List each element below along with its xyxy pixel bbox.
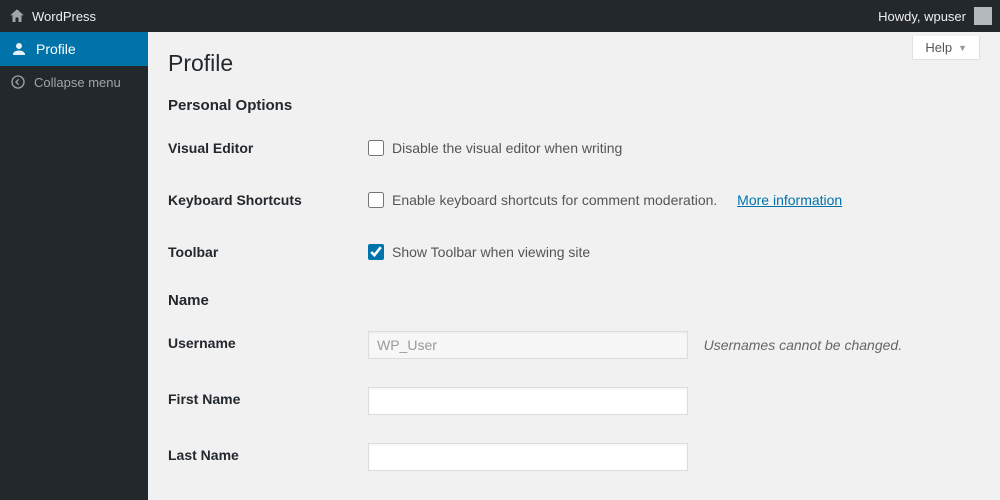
- toolbar-label: Toolbar: [168, 226, 368, 278]
- page-title: Profile: [168, 32, 980, 83]
- help-label: Help: [925, 40, 952, 55]
- first-name-field[interactable]: [368, 387, 688, 415]
- sidebar-profile-label: Profile: [36, 41, 76, 57]
- visual-editor-label: Visual Editor: [168, 122, 368, 174]
- keyboard-shortcuts-checkbox[interactable]: [368, 192, 384, 208]
- avatar: [974, 7, 992, 25]
- admin-bar: WordPress Howdy, wpuser: [0, 0, 1000, 32]
- toolbar-row[interactable]: Show Toolbar when viewing site: [368, 244, 980, 260]
- username-label: Username: [168, 317, 368, 373]
- home-icon: [8, 7, 26, 25]
- admin-bar-left[interactable]: WordPress: [0, 7, 96, 25]
- last-name-field[interactable]: [368, 443, 688, 471]
- admin-bar-right[interactable]: Howdy, wpuser: [878, 7, 992, 25]
- last-name-label: Last Name: [168, 429, 368, 485]
- visual-editor-checkbox[interactable]: [368, 140, 384, 156]
- visual-editor-desc: Disable the visual editor when writing: [392, 140, 622, 156]
- collapse-label: Collapse menu: [34, 75, 121, 90]
- visual-editor-row[interactable]: Disable the visual editor when writing: [368, 140, 980, 156]
- sidebar-item-profile[interactable]: Profile: [0, 32, 148, 66]
- admin-sidebar: Profile Collapse menu: [0, 32, 148, 500]
- keyboard-shortcuts-row[interactable]: Enable keyboard shortcuts for comment mo…: [368, 192, 980, 208]
- collapse-menu[interactable]: Collapse menu: [0, 66, 148, 98]
- content-area: Help ▼ Profile Personal Options Visual E…: [148, 32, 1000, 500]
- username-field: [368, 331, 688, 359]
- keyboard-more-info-link[interactable]: More information: [737, 192, 842, 208]
- collapse-icon: [10, 74, 26, 90]
- toolbar-desc: Show Toolbar when viewing site: [392, 244, 590, 260]
- first-name-label: First Name: [168, 373, 368, 429]
- site-name: WordPress: [32, 9, 96, 24]
- toolbar-checkbox[interactable]: [368, 244, 384, 260]
- keyboard-shortcuts-desc: Enable keyboard shortcuts for comment mo…: [392, 192, 717, 208]
- user-icon: [10, 40, 28, 58]
- keyboard-shortcuts-label: Keyboard Shortcuts: [168, 174, 368, 226]
- username-desc: Usernames cannot be changed.: [704, 337, 902, 353]
- section-name: Name: [168, 292, 980, 309]
- help-tab[interactable]: Help ▼: [912, 36, 980, 60]
- section-personal-options: Personal Options: [168, 97, 980, 114]
- howdy-text: Howdy, wpuser: [878, 9, 966, 24]
- chevron-down-icon: ▼: [958, 43, 967, 53]
